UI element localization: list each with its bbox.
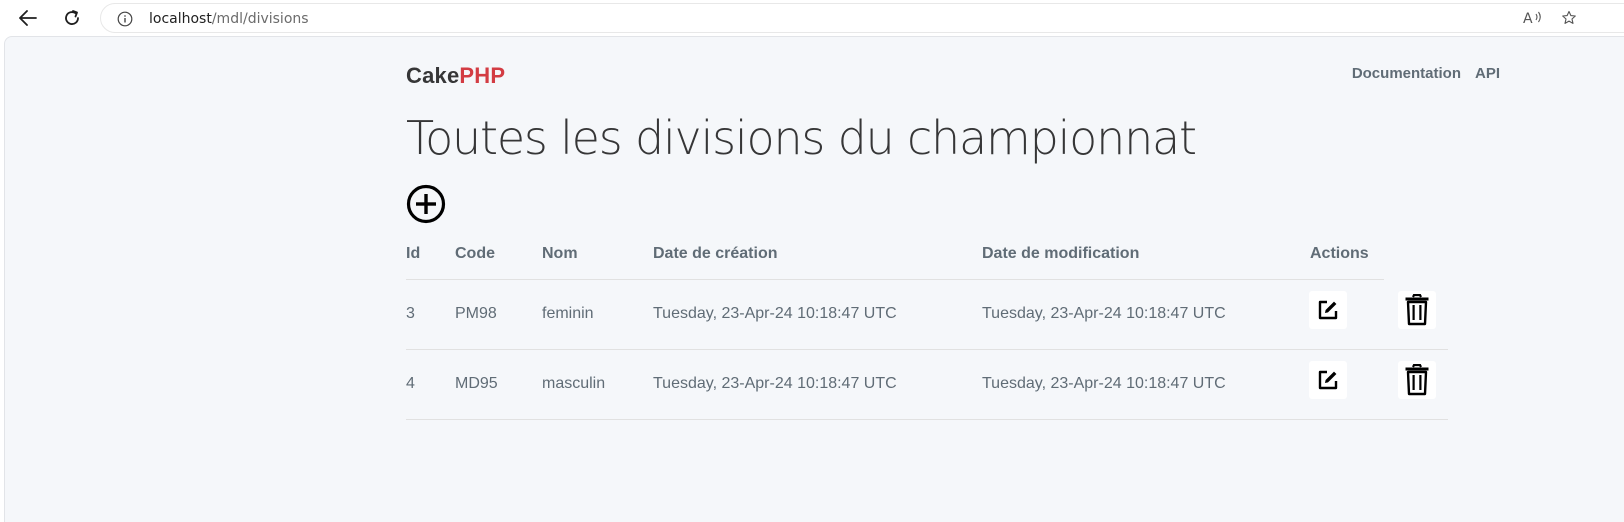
reload-icon[interactable] — [58, 4, 86, 32]
column-header-date-modification[interactable]: Date de modification — [982, 245, 1139, 263]
cell-id: 3 — [406, 305, 415, 322]
column-header-code[interactable]: Code — [455, 245, 495, 263]
cell-date-creation: Tuesday, 23-Apr-24 10:18:47 UTC — [653, 375, 897, 392]
edit-icon — [1318, 370, 1338, 390]
url-host: localhost — [149, 11, 212, 27]
trash-icon — [1405, 364, 1429, 396]
row-divider — [406, 349, 1448, 350]
delete-button[interactable] — [1398, 361, 1436, 399]
back-arrow-icon[interactable] — [14, 4, 42, 32]
address-bar[interactable]: localhost/mdl/divisions A — [100, 3, 1624, 33]
svg-text:A: A — [1523, 11, 1533, 27]
cell-id: 4 — [406, 375, 415, 392]
nav-documentation-link[interactable]: Documentation — [1352, 65, 1461, 82]
column-header-id[interactable]: Id — [406, 245, 420, 263]
cell-nom: feminin — [542, 305, 594, 322]
column-header-date-creation[interactable]: Date de création — [653, 245, 777, 263]
nav-api-link[interactable]: API — [1475, 65, 1500, 82]
cakephp-logo[interactable]: CakePHP — [406, 63, 505, 89]
trash-icon — [1405, 294, 1429, 326]
delete-button[interactable] — [1398, 291, 1436, 329]
cell-code: MD95 — [455, 375, 498, 392]
cell-code: PM98 — [455, 305, 497, 322]
info-icon[interactable] — [117, 11, 133, 27]
row-divider — [406, 419, 1448, 420]
edit-icon — [1318, 300, 1338, 320]
page-viewport: CakePHP Documentation API Toutes les div… — [4, 36, 1624, 522]
url-path: /mdl/divisions — [211, 11, 309, 27]
edit-button[interactable] — [1309, 291, 1347, 329]
column-header-nom[interactable]: Nom — [542, 245, 578, 263]
url-text[interactable]: localhost/mdl/divisions — [149, 11, 309, 27]
cell-date-creation: Tuesday, 23-Apr-24 10:18:47 UTC — [653, 305, 897, 322]
top-nav: Documentation API — [1352, 65, 1500, 82]
browser-toolbar: localhost/mdl/divisions A — [0, 0, 1624, 36]
cell-nom: masculin — [542, 375, 606, 392]
page-title: Toutes les divisions du championnat — [406, 111, 1197, 165]
plus-circle-icon[interactable] — [406, 184, 446, 224]
column-header-actions: Actions — [1310, 245, 1369, 262]
logo-php-text: PHP — [459, 63, 506, 88]
logo-cake-text: Cake — [406, 63, 460, 88]
cell-date-modification: Tuesday, 23-Apr-24 10:18:47 UTC — [982, 305, 1226, 322]
header-divider — [406, 279, 1384, 280]
cell-date-modification: Tuesday, 23-Apr-24 10:18:47 UTC — [982, 375, 1226, 392]
edit-button[interactable] — [1309, 361, 1347, 399]
favorite-star-icon[interactable] — [1561, 10, 1577, 26]
read-aloud-icon[interactable]: A — [1523, 9, 1543, 27]
